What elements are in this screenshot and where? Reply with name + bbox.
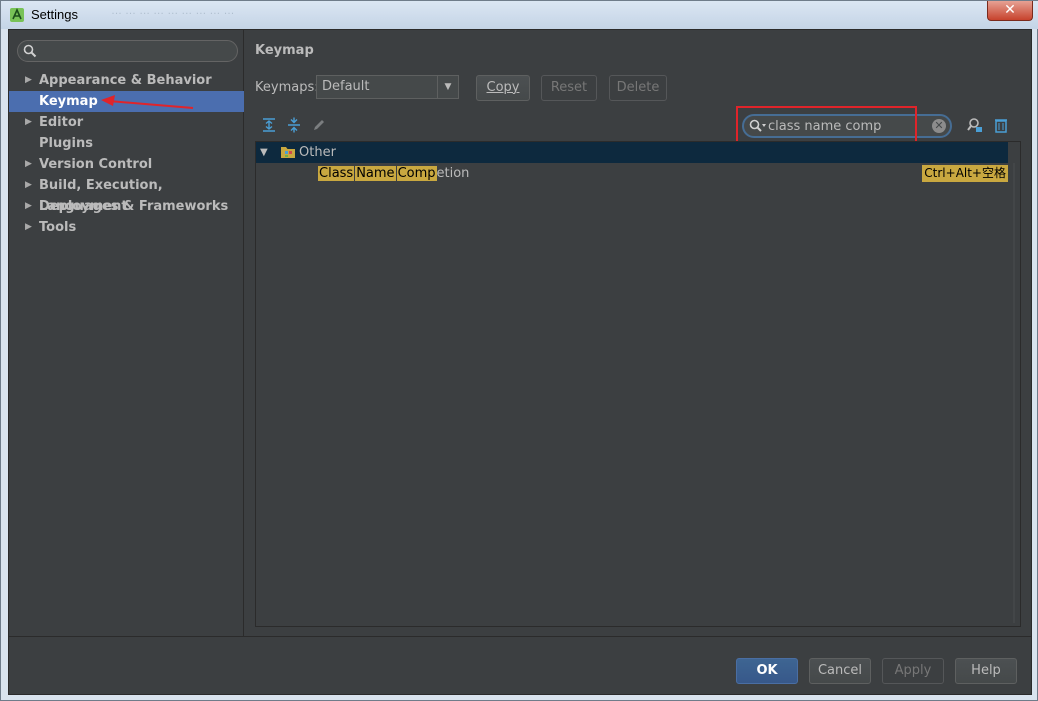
- sidebar-item-label: Keymap: [39, 94, 98, 109]
- red-highlight-box: [736, 106, 917, 143]
- cancel-button[interactable]: Cancel: [809, 658, 871, 684]
- match-highlight: Name: [355, 166, 396, 181]
- sidebar-item-editor[interactable]: ▶ Editor: [9, 112, 244, 133]
- copy-button[interactable]: Copy: [476, 75, 530, 101]
- sidebar-item-build-execution-deployment[interactable]: ▶ Build, Execution, Deployment: [9, 175, 244, 214]
- apply-button[interactable]: Apply: [882, 658, 944, 684]
- close-icon: ✕: [1004, 2, 1016, 18]
- background-title-text: … … … … … … … … …: [111, 5, 235, 17]
- tree-row-class-name-completion[interactable]: Class Name Competion Ctrl+Alt+空格: [256, 163, 1008, 184]
- expand-arrow-icon: ▶: [25, 159, 32, 169]
- sidebar-item-label: Appearance & Behavior: [39, 73, 212, 88]
- match-highlight: Comp: [396, 166, 437, 181]
- cancel-button-label: Cancel: [817, 663, 863, 678]
- edit-icon[interactable]: [311, 117, 327, 133]
- red-annotation-arrow: [101, 95, 194, 109]
- chevron-down-icon: ▼: [437, 76, 458, 98]
- apply-button-label: Apply: [894, 663, 932, 678]
- delete-button-label: Delete: [616, 80, 660, 95]
- sidebar-item-label: Version Control: [39, 157, 153, 172]
- collapse-arrow-icon[interactable]: ▼: [260, 142, 268, 163]
- settings-sidebar: ▶ Appearance & Behavior Keymap ▶ Editor …: [9, 30, 244, 636]
- sidebar-item-plugins[interactable]: Plugins: [9, 133, 244, 154]
- dialog-body: ▶ Appearance & Behavior Keymap ▶ Editor …: [8, 29, 1032, 695]
- sidebar-item-tools[interactable]: ▶ Tools: [9, 217, 244, 238]
- ok-button-label: OK: [756, 663, 778, 678]
- shortcut-badge: Ctrl+Alt+空格: [922, 165, 1008, 182]
- expand-arrow-icon: ▶: [25, 222, 32, 232]
- sidebar-item-appearance-behavior[interactable]: ▶ Appearance & Behavior: [9, 70, 244, 91]
- dialog-footer: OK Cancel Apply Help: [9, 636, 1031, 694]
- match-highlight: Class: [318, 166, 355, 181]
- keymap-panel: Keymap Keymaps: Default ▼ Copy Reset Del…: [245, 30, 1031, 636]
- tree-group-label: Other: [299, 145, 336, 160]
- expand-arrow-icon: ▶: [25, 201, 32, 211]
- sidebar-item-label: Languages & Frameworks: [39, 199, 229, 214]
- action-label-rest: etion: [436, 166, 470, 181]
- page-title: Keymap: [255, 43, 314, 58]
- keymap-select-value: Default: [322, 79, 370, 94]
- search-icon: [23, 44, 37, 58]
- android-studio-icon: [10, 8, 24, 22]
- clear-search-icon[interactable]: ✕: [932, 119, 946, 133]
- title-bar: Settings … … … … … … … … … ✕: [1, 1, 1038, 29]
- action-label: Class Name Competion: [318, 163, 469, 184]
- sidebar-item-version-control[interactable]: ▶ Version Control: [9, 154, 244, 175]
- find-shortcut-icon[interactable]: [967, 117, 983, 133]
- window-close-button[interactable]: ✕: [987, 1, 1033, 21]
- keymap-select[interactable]: Default ▼: [316, 75, 459, 99]
- expand-arrow-icon: ▶: [25, 180, 32, 190]
- sidebar-item-label: Tools: [39, 220, 77, 235]
- clear-filter-icon[interactable]: [993, 117, 1009, 133]
- settings-search-input[interactable]: [17, 40, 238, 62]
- settings-window: Settings … … … … … … … … … ✕ ▶ Appearanc…: [0, 0, 1038, 701]
- reset-button-label: Reset: [550, 80, 588, 95]
- help-button[interactable]: Help: [955, 658, 1017, 684]
- collapse-all-icon[interactable]: [286, 117, 302, 133]
- expand-arrow-icon: ▶: [25, 117, 32, 127]
- sidebar-item-languages-frameworks[interactable]: ▶ Languages & Frameworks: [9, 196, 244, 217]
- window-title: Settings: [31, 7, 78, 22]
- delete-button[interactable]: Delete: [609, 75, 667, 101]
- tree-row-other[interactable]: ▼ Other: [256, 142, 1008, 163]
- copy-button-label: Copy: [486, 80, 520, 95]
- sidebar-item-label: Editor: [39, 115, 84, 130]
- expand-arrow-icon: ▶: [25, 75, 32, 85]
- ok-button[interactable]: OK: [736, 658, 798, 684]
- expand-all-icon[interactable]: [261, 117, 277, 133]
- keymaps-label: Keymaps:: [255, 80, 319, 95]
- folder-icon: [281, 147, 295, 158]
- reset-button[interactable]: Reset: [541, 75, 597, 101]
- keymap-actions-tree: ▼ Other Class Name Competion Ctrl+Alt+空格: [255, 141, 1021, 627]
- sidebar-item-label: Plugins: [39, 136, 93, 151]
- tree-scrollbar[interactable]: [1010, 163, 1018, 623]
- help-button-label: Help: [971, 663, 1001, 678]
